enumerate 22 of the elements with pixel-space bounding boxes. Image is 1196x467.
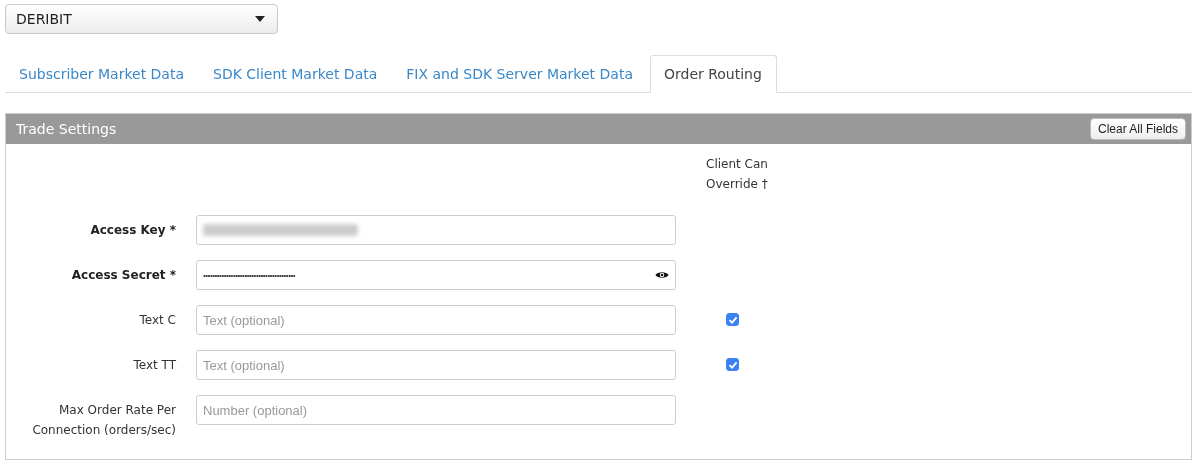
- panel-title: Trade Settings: [16, 121, 117, 137]
- caret-icon: [255, 16, 265, 22]
- field-label: Text C: [138, 312, 176, 329]
- tab[interactable]: Subscriber Market Data: [5, 55, 199, 92]
- override-checkbox[interactable]: [726, 358, 739, 371]
- tab[interactable]: SDK Client Market Data: [199, 55, 393, 92]
- field-label: Access Secret *: [70, 267, 176, 284]
- clear-all-fields-button[interactable]: Clear All Fields: [1089, 118, 1186, 140]
- tab[interactable]: FIX and SDK Server Market Data: [392, 55, 648, 92]
- exchange-dropdown[interactable]: DERIBIT: [5, 4, 278, 34]
- password-field[interactable]: ••••••••••••••••••••••••••••••••••••••••: [196, 260, 676, 290]
- text-field[interactable]: Text (optional): [196, 350, 676, 380]
- text-field[interactable]: Number (optional): [196, 395, 676, 425]
- override-checkbox[interactable]: [726, 313, 739, 326]
- eye-icon[interactable]: [655, 270, 669, 280]
- tab[interactable]: Order Routing: [649, 55, 777, 93]
- field-label: Access Key *: [89, 222, 176, 239]
- text-field[interactable]: Text (optional): [196, 305, 676, 335]
- field-label: Text TT: [132, 357, 176, 374]
- field-label: Max Order Rate Per Connection (orders/sec): [31, 402, 176, 439]
- column-header: Client Can Override †: [706, 156, 769, 193]
- access-key-field[interactable]: [196, 215, 676, 245]
